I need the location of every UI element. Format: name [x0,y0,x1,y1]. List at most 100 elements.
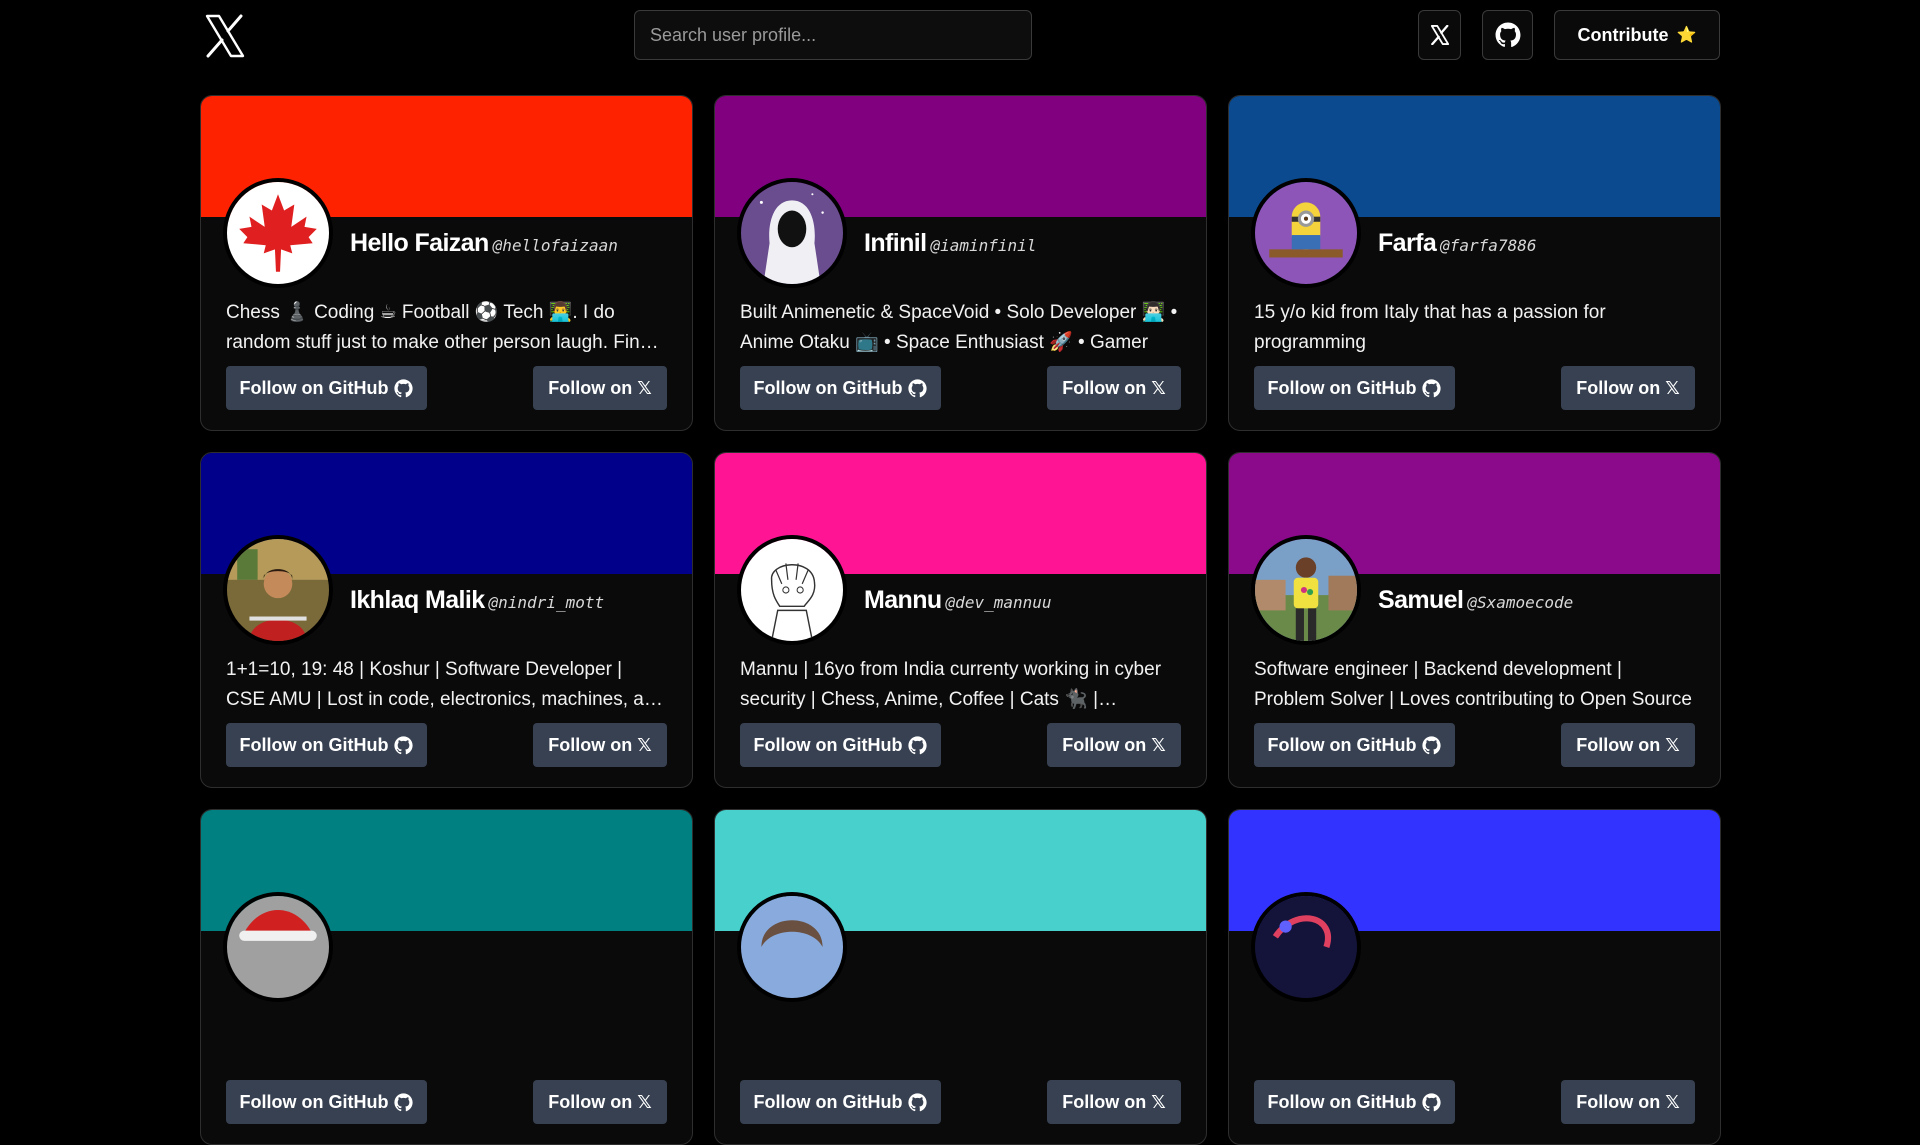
contribute-button[interactable]: Contribute ⭐ [1554,10,1720,60]
profile-name-line: Infinil @iaminfinil [864,229,1036,258]
follow-x-button[interactable]: Follow on 𝕏 [1561,1080,1695,1124]
avatar [737,178,847,288]
follow-github-button[interactable]: Follow on GitHub [1254,1080,1455,1124]
github-icon [908,735,928,754]
profile-bio: Chess ♟️ Coding ☕ Football ⚽ Tech 👨‍💻. I… [226,302,651,353]
profile-name: Farfa [1378,229,1437,257]
follow-x-button[interactable]: Follow on 𝕏 [1047,366,1181,410]
profile-name-line [864,943,868,972]
x-logo-icon[interactable] [205,14,245,58]
profile-name: Samuel [1378,586,1464,614]
profile-card: Infinil @iaminfinil Built Animenetic & Sp… [714,95,1207,431]
top-navigation-bar: Contribute ⭐ [0,0,1920,76]
follow-x-label: Follow on 𝕏 [548,1091,652,1112]
follow-github-button[interactable]: Follow on GitHub [226,723,427,767]
profile-handle: @dev_mannuu [945,593,1052,612]
profile-handle: @iaminfinil [930,236,1037,255]
follow-x-button[interactable]: Follow on 𝕏 [1047,1080,1181,1124]
follow-github-button[interactable]: Follow on GitHub [1254,723,1455,767]
follow-x-label: Follow on 𝕏 [1576,734,1680,755]
github-icon [394,1092,414,1111]
follow-github-label: Follow on GitHub [239,734,389,755]
profile-bio: 15 y/o kid from Italy that has a passion… [1254,302,1606,353]
follow-github-label: Follow on GitHub [239,377,389,398]
avatar [737,892,847,1002]
profile-card: Follow on GitHub Follow on 𝕏 [714,809,1207,1145]
follow-github-button[interactable]: Follow on GitHub [226,1080,427,1124]
follow-github-label: Follow on GitHub [1267,734,1417,755]
avatar [223,178,333,288]
x-profile-button[interactable] [1418,10,1461,60]
follow-x-button[interactable]: Follow on 𝕏 [533,1080,667,1124]
profile-name: Infinil [864,229,927,257]
github-icon [1422,1092,1442,1111]
follow-x-button[interactable]: Follow on 𝕏 [1047,723,1181,767]
profile-bio: Built Animenetic & SpaceVoid • Solo Deve… [740,302,1178,353]
profile-name: Hello Faizan [350,229,489,257]
follow-github-button[interactable]: Follow on GitHub [740,366,941,410]
github-repo-button[interactable] [1482,10,1533,60]
star-icon: ⭐ [1676,27,1697,44]
profile-handle: @nindri_mott [488,593,605,612]
follow-x-button[interactable]: Follow on 𝕏 [1561,366,1695,410]
profile-name-line: Farfa @farfa7886 [1378,229,1536,258]
profile-name-line: Mannu @dev_mannuu [864,586,1052,615]
follow-github-label: Follow on GitHub [753,734,903,755]
x-logo-icon [1430,25,1449,45]
profile-card: Ikhlaq Malik @nindri_mott 1+1=10, 19: 48 … [200,452,693,788]
follow-x-label: Follow on 𝕏 [548,377,652,398]
follow-github-label: Follow on GitHub [753,1091,903,1112]
profile-card: Follow on GitHub Follow on 𝕏 [200,809,693,1145]
profile-card: Follow on GitHub Follow on 𝕏 [1228,809,1721,1145]
avatar [1251,178,1361,288]
follow-github-label: Follow on GitHub [239,1091,389,1112]
profile-name-line: Hello Faizan @hellofaizaan [350,229,618,258]
follow-github-label: Follow on GitHub [1267,377,1417,398]
follow-github-button[interactable]: Follow on GitHub [740,1080,941,1124]
follow-github-button[interactable]: Follow on GitHub [1254,366,1455,410]
github-icon [1422,378,1442,397]
follow-github-label: Follow on GitHub [753,377,903,398]
avatar [737,535,847,645]
profile-card: Farfa @farfa7886 15 y/o kid from Italy th… [1228,95,1721,431]
github-icon [394,378,414,397]
github-icon [1495,22,1520,48]
follow-github-label: Follow on GitHub [1267,1091,1417,1112]
profile-card: Hello Faizan @hellofaizaan Chess ♟️ Codin… [200,95,693,431]
profile-bio: Mannu | 16yo from India currenty working… [740,659,1162,710]
profile-card: Samuel @Sxamoecode Software engineer | Ba… [1228,452,1721,788]
search-input[interactable] [634,10,1032,60]
follow-x-label: Follow on 𝕏 [1062,1091,1166,1112]
follow-x-button[interactable]: Follow on 𝕏 [1561,723,1695,767]
profile-name-line: Samuel @Sxamoecode [1378,586,1573,615]
follow-x-label: Follow on 𝕏 [1576,1091,1680,1112]
profile-name: Mannu [864,586,942,614]
profile-name-line [1378,943,1382,972]
follow-github-button[interactable]: Follow on GitHub [226,366,427,410]
profile-handle: @hellofaizaan [492,236,618,255]
contribute-label: Contribute [1577,24,1669,45]
follow-x-label: Follow on 𝕏 [1062,734,1166,755]
github-icon [908,378,928,397]
profile-handle: @farfa7886 [1440,236,1537,255]
profile-card-grid: Hello Faizan @hellofaizaan Chess ♟️ Codin… [200,95,1721,1145]
follow-x-label: Follow on 𝕏 [548,734,652,755]
follow-x-label: Follow on 𝕏 [1062,377,1166,398]
avatar [1251,535,1361,645]
github-icon [908,1092,928,1111]
follow-x-button[interactable]: Follow on 𝕏 [533,366,667,410]
avatar [223,892,333,1002]
github-icon [1422,735,1442,754]
profile-name: Ikhlaq Malik [350,586,485,614]
profile-bio: 1+1=10, 19: 48 | Koshur | Software Devel… [226,659,665,710]
github-icon [394,735,414,754]
profile-bio: Software engineer | Backend development … [1254,659,1692,710]
follow-x-button[interactable]: Follow on 𝕏 [533,723,667,767]
avatar [223,535,333,645]
follow-github-button[interactable]: Follow on GitHub [740,723,941,767]
profile-name-line: Ikhlaq Malik @nindri_mott [350,586,604,615]
profile-name-line [350,943,354,972]
profile-handle: @Sxamoecode [1467,593,1574,612]
profile-card: Mannu @dev_mannuu Mannu | 16yo from India… [714,452,1207,788]
follow-x-label: Follow on 𝕏 [1576,377,1680,398]
